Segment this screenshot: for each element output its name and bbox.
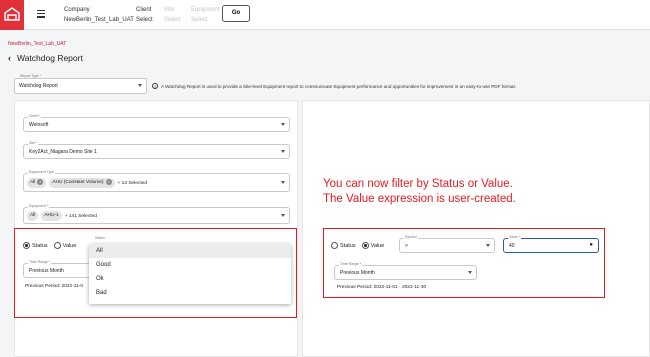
- dropdown-option[interactable]: All: [89, 244, 291, 258]
- site-value: Select: [164, 17, 181, 23]
- status-dropdown-menu: All Good Ok Bad: [89, 244, 291, 304]
- chip-label: AHU-1: [44, 213, 59, 218]
- site-field-value: Key2Act_Niagara Demo Site 1: [29, 149, 97, 155]
- dropdown-option[interactable]: Bad: [89, 286, 291, 300]
- time-range-field-right[interactable]: Time Range * Previous Month: [334, 262, 477, 280]
- filter-mode-radios-right: Status Value: [331, 242, 390, 249]
- value-radio[interactable]: Value: [53, 242, 77, 249]
- equipment-chips: All AHU-1 + 141 Selected: [27, 211, 97, 221]
- clear-icon[interactable]: ●: [589, 242, 593, 248]
- menu-icon[interactable]: [37, 10, 45, 18]
- value-radio-label: Value: [370, 242, 385, 249]
- equipment-label: Equipment: [191, 7, 220, 13]
- client-field-label: Client *: [28, 114, 42, 118]
- equipment-value: Select: [191, 17, 208, 23]
- client-label: Client: [136, 7, 152, 13]
- company-selector[interactable]: Company NewBerlin_Test_Lab_UAT: [64, 5, 134, 25]
- caret-down-icon: [281, 214, 285, 217]
- value-input[interactable]: Value * 40 ●: [503, 235, 599, 253]
- callout-line-2: The Value expression is user-created.: [323, 193, 516, 205]
- value-radio-label: Value: [62, 242, 77, 249]
- report-type-select[interactable]: Report Type * Watchdog Report: [14, 74, 147, 94]
- equipment-type-field[interactable]: Equipment Type All × AHU (Constant Volume…: [23, 170, 290, 192]
- report-type-info: i A Watchdog Report is used to provide a…: [152, 83, 516, 89]
- dropdown-option[interactable]: Good: [89, 258, 291, 272]
- info-icon: i: [152, 83, 158, 89]
- app-logo[interactable]: [0, 0, 24, 30]
- chevron-left-icon[interactable]: ‹: [8, 53, 11, 63]
- report-type-label: Report Type *: [19, 74, 43, 78]
- page-title-text: Watchdog Report: [17, 53, 83, 63]
- go-button[interactable]: Go: [222, 5, 250, 22]
- radio-off-icon: [331, 242, 338, 249]
- equipment-type-chips: All × AHU (Constant Volume) × + 13 Selecte…: [27, 178, 147, 188]
- time-range-value: Previous Month: [340, 270, 375, 276]
- equipment-field[interactable]: Equipment * All AHU-1 + 141 Selected: [23, 204, 290, 224]
- report-type-info-text: A Watchdog Report is used to provide a S…: [161, 83, 516, 89]
- status-radio[interactable]: Status: [23, 242, 48, 249]
- chip[interactable]: All ×: [27, 178, 47, 188]
- caret-down-icon: [281, 181, 285, 184]
- caret-down-icon: [281, 123, 285, 126]
- status-radio-label: Status: [340, 242, 356, 249]
- chip[interactable]: AHU-1: [41, 211, 62, 221]
- status-radio-label: Status: [32, 242, 48, 249]
- client-value: Select: [136, 17, 153, 23]
- radio-off-icon: [53, 242, 61, 249]
- top-bar: Company NewBerlin_Test_Lab_UAT Client Se…: [0, 0, 650, 30]
- report-type-value: Watchdog Report: [19, 83, 58, 89]
- breadcrumb[interactable]: NewBerlin_Test_Lab_UAT: [8, 41, 66, 47]
- equipment-type-label: Equipment Type: [28, 170, 56, 174]
- time-range-label: Time Range *: [339, 262, 363, 266]
- chip-label: AHU (Constant Volume): [52, 180, 104, 185]
- site-field[interactable]: Site * Key2Act_Niagara Demo Site 1: [23, 141, 290, 159]
- logo-icon: [4, 7, 20, 21]
- client-field-value: Weinsoft: [29, 122, 49, 128]
- chip-label: All: [30, 213, 36, 218]
- equipment-selector[interactable]: Equipment Select: [191, 5, 220, 25]
- time-range-label: Time Range *: [28, 260, 52, 264]
- dropdown-option[interactable]: Ok: [89, 272, 291, 286]
- time-range-value: Previous Month: [29, 268, 64, 274]
- company-value: NewBerlin_Test_Lab_UAT: [64, 17, 134, 23]
- equipment-more: + 141 Selected: [64, 213, 97, 219]
- value-input-label: Value *: [508, 235, 522, 239]
- equipment-field-label: Equipment *: [28, 204, 50, 208]
- close-icon[interactable]: ×: [105, 179, 112, 185]
- site-label: Site: [164, 7, 175, 13]
- callout-annotation: You can now filter by Status or Value. T…: [323, 177, 516, 207]
- site-field-label: Site *: [28, 141, 39, 145]
- radio-on-icon: [23, 242, 30, 249]
- filter-mode-radios-left: Status Value: [23, 242, 82, 249]
- chip[interactable]: AHU (Constant Volume) ×: [49, 178, 115, 188]
- previous-period-left: Previous Period: 2022-11-0: [25, 284, 84, 289]
- caret-down-icon: [486, 244, 490, 247]
- page-title: ‹ Watchdog Report: [8, 53, 83, 63]
- caret-down-icon: [138, 84, 142, 87]
- client-field[interactable]: Client * Weinsoft: [23, 114, 290, 132]
- client-selector[interactable]: Client Select: [136, 5, 153, 25]
- symbol-value: >: [405, 243, 408, 249]
- status-radio[interactable]: Status: [331, 242, 356, 249]
- caret-down-icon: [468, 271, 472, 274]
- symbol-label: Symbol: [404, 235, 418, 239]
- value-radio[interactable]: Value: [361, 242, 385, 249]
- equipment-type-more: + 13 Selected: [117, 180, 148, 186]
- caret-down-icon: [281, 150, 285, 153]
- status-dd-label: Status: [94, 236, 106, 240]
- symbol-field[interactable]: Symbol >: [399, 235, 495, 253]
- site-selector[interactable]: Site Select: [164, 5, 181, 25]
- chip[interactable]: All: [27, 211, 39, 221]
- radio-on-icon: [361, 242, 369, 249]
- previous-period-right: Previous Period: 2022-11-01 - 2022-11-30: [337, 285, 427, 290]
- callout-line-1: You can now filter by Status or Value.: [323, 178, 513, 190]
- company-label: Company: [64, 7, 90, 13]
- value-input-value: 40: [509, 243, 515, 249]
- close-icon[interactable]: ×: [37, 179, 44, 185]
- chip-label: All: [30, 180, 36, 185]
